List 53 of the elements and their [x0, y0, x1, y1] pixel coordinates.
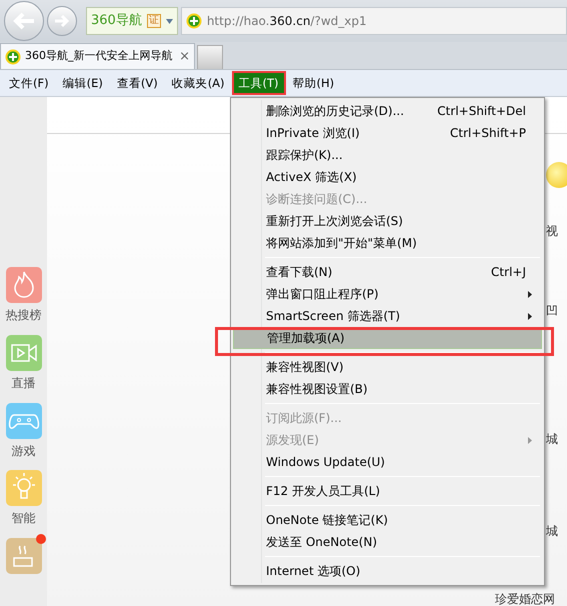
menu-item[interactable]: ActiveX 筛选(X)	[233, 166, 542, 188]
site-link[interactable]: 珍爱婚恋网	[495, 592, 555, 606]
dropdown-arrow-icon[interactable]	[166, 18, 173, 24]
menu-item[interactable]: Internet 选项(O)	[233, 560, 542, 582]
menu-item[interactable]: 查看下载(N) Ctrl+J	[233, 261, 542, 283]
video-camera-icon[interactable]	[6, 334, 42, 371]
page-text: 城	[546, 431, 558, 448]
back-button[interactable]	[4, 1, 44, 41]
close-button[interactable]: ×	[179, 50, 190, 63]
menu-bar-item[interactable]: 查看(V)	[110, 71, 165, 95]
sidebar-label[interactable]: 热搜榜	[6, 306, 42, 324]
forward-button[interactable]	[47, 6, 77, 36]
new-tab-button[interactable]	[197, 45, 223, 69]
menu-item[interactable]: 发送至 OneNote(N)	[233, 531, 542, 553]
submenu-arrow-icon	[528, 291, 532, 298]
submenu-arrow-icon	[528, 437, 532, 444]
page-text: 凹	[546, 303, 558, 320]
site-label: 360导航	[91, 12, 142, 30]
menu-bar-item[interactable]: 工具(T)	[232, 71, 286, 95]
page-text: 城	[546, 523, 558, 540]
menu-item[interactable]: F12 开发人员工具(L)	[233, 480, 542, 502]
submenu-arrow-icon	[528, 313, 532, 320]
tab-title: 360导航_新一代安全上网导航	[25, 48, 172, 64]
menu-bar-item[interactable]: 帮助(H)	[286, 71, 342, 95]
menu-item[interactable]: 弹出窗口阻止程序(P)	[233, 283, 542, 305]
menu-item[interactable]: OneNote 链接笔记(K)	[233, 509, 542, 531]
sun-icon	[546, 162, 567, 188]
menu-item[interactable]: SmartScreen 筛选器(T)	[233, 305, 542, 327]
sidebar-label[interactable]: 游戏	[12, 442, 36, 460]
menu-item[interactable]: 跟踪保护(K)...	[233, 144, 542, 166]
plus-logo-icon	[186, 13, 202, 29]
address-field[interactable]: http://hao.360.cn/?wd_xp1	[180, 7, 567, 35]
cup-icon[interactable]	[6, 538, 42, 574]
flame-icon[interactable]	[6, 267, 42, 303]
browser-tab[interactable]: 360导航_新一代安全上网导航 ×	[0, 43, 195, 69]
light-bulb-icon[interactable]	[6, 470, 42, 506]
menu-bar-item[interactable]: 文件(F)	[2, 71, 56, 95]
menu-bar-item[interactable]: 收藏夹(A)	[164, 71, 232, 95]
menu-bar-item[interactable]: 编辑(E)	[56, 71, 110, 95]
page-text: 视	[546, 223, 558, 240]
plus-logo-icon	[5, 48, 21, 64]
menu-item[interactable]: InPrivate 浏览(I) Ctrl+Shift+P	[233, 122, 542, 144]
sidebar-label[interactable]: 直播	[12, 374, 36, 392]
menu-item[interactable]: 兼容性视图设置(B)	[233, 378, 542, 400]
menu-item[interactable]: 将网站添加到"开始"菜单(M)	[233, 232, 542, 254]
sidebar-label[interactable]: 智能	[12, 509, 36, 528]
menu-item[interactable]: Windows Update(U)	[233, 451, 542, 473]
menu-item[interactable]: 兼容性视图(V)	[233, 356, 542, 378]
gamepad-icon[interactable]	[6, 402, 42, 439]
menu-item[interactable]: 重新打开上次浏览会话(S)	[233, 210, 542, 232]
menu-item[interactable]: 删除浏览的历史记录(D)... Ctrl+Shift+Del	[233, 100, 542, 122]
left-arrow-icon	[12, 11, 36, 31]
right-arrow-icon	[54, 14, 70, 28]
